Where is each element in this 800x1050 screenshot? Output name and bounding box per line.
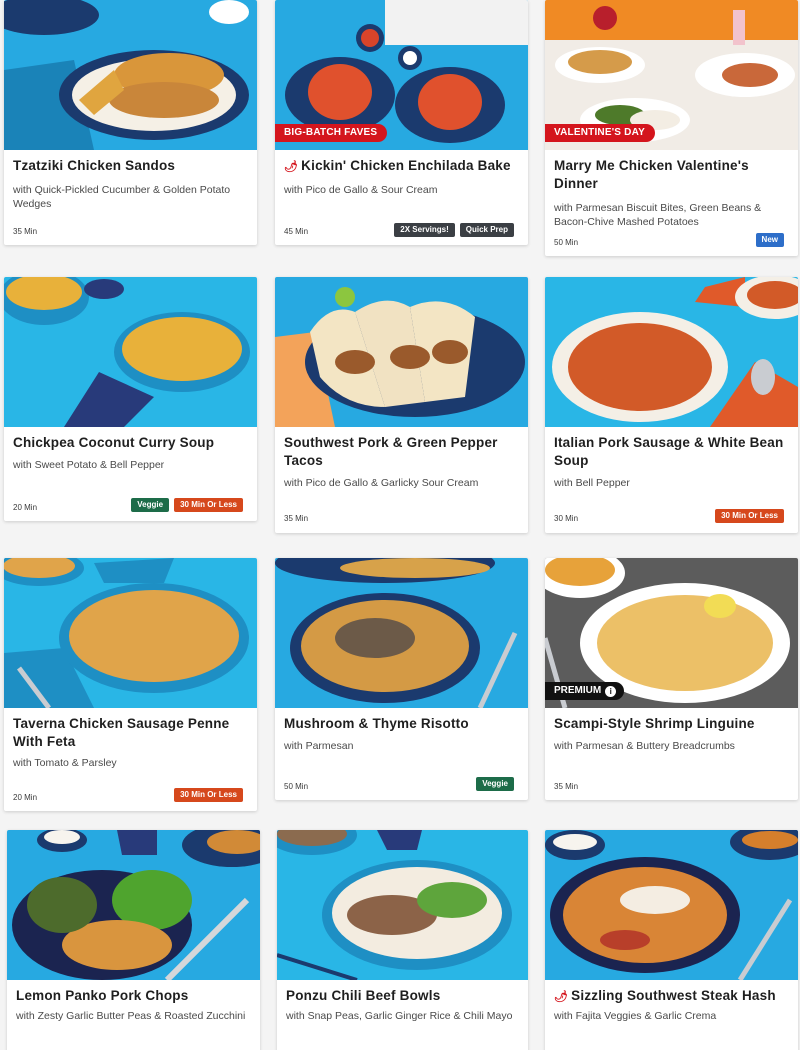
tag-veggie: Veggie [131,498,170,512]
info-icon[interactable]: i [605,685,617,697]
recipe-photo: PREMIUM i [545,558,798,708]
tag-30-min: 30 Min Or Less [174,788,243,802]
recipe-photo [275,558,528,708]
recipe-subtitle: with Quick-Pickled Cucumber & Golden Pot… [13,184,231,210]
recipe-title[interactable]: Mushroom & Thyme Risotto [284,715,519,733]
cook-time: 45 Min [284,227,309,236]
recipe-card[interactable]: Mushroom & Thyme Risotto with Parmesan 5… [275,558,528,800]
tag-quick-prep: Quick Prep [459,223,514,237]
recipe-card[interactable]: BIG-BATCH FAVES 🌶 Kickin' Chicken Enchila… [275,0,528,245]
chili-pepper-icon: 🌶 [284,161,299,173]
recipe-subtitle: with Parmesan & Buttery Breadcrumbs [554,740,735,752]
tag-list: Veggie 30 Min Or Less [131,498,243,512]
recipe-subtitle: with Snap Peas, Garlic Ginger Rice & Chi… [286,1010,513,1022]
premium-label: PREMIUM [554,685,602,696]
recipe-card[interactable]: Italian Pork Sausage & White Bean Soup w… [545,277,798,533]
tag-list: New [755,233,784,247]
recipe-title[interactable]: Southwest Pork & Green Pepper Tacos [284,434,519,470]
recipe-card[interactable]: Lemon Panko Pork Chops with Zesty Garlic… [7,830,260,1050]
recipe-card[interactable]: 🌶 Sizzling Southwest Steak Hash with Faji… [545,830,798,1050]
recipe-title[interactable]: Scampi-Style Shrimp Linguine [554,715,789,733]
recipe-photo: VALENTINE'S DAY [545,0,798,150]
cook-time: 35 Min [13,227,38,236]
tag-30-min: 30 Min Or Less [174,498,243,512]
recipe-card[interactable]: VALENTINE'S DAY Marry Me Chicken Valenti… [545,0,798,256]
recipe-card[interactable]: Taverna Chicken Sausage Penne With Feta … [4,558,257,811]
recipe-subtitle: with Fajita Veggies & Garlic Crema [554,1010,717,1022]
tag-veggie: Veggie [476,777,514,791]
recipe-photo [4,277,257,427]
cook-time: 50 Min [554,238,579,247]
cook-time: 35 Min [554,782,579,791]
recipe-photo [4,558,257,708]
recipe-photo [545,830,798,980]
recipe-subtitle: with Sweet Potato & Bell Pepper [13,459,165,471]
recipe-card[interactable]: PREMIUM i Scampi-Style Shrimp Linguine w… [545,558,798,800]
recipe-subtitle: with Parmesan Biscuit Bites, Green Beans… [554,202,762,228]
cook-time: 20 Min [13,793,38,802]
recipe-photo [277,830,528,980]
recipe-title-text: Kickin' Chicken Enchilada Bake [301,158,511,173]
recipe-photo [7,830,260,980]
recipe-title[interactable]: Chickpea Coconut Curry Soup [13,434,248,452]
recipe-title-text: Sizzling Southwest Steak Hash [571,988,776,1003]
recipe-photo [275,277,528,427]
recipe-photo: BIG-BATCH FAVES [275,0,528,150]
recipe-subtitle: with Parmesan [284,740,354,752]
premium-badge[interactable]: PREMIUM i [545,682,625,700]
recipe-subtitle: with Tomato & Parsley [13,757,117,769]
cook-time: 50 Min [284,782,309,791]
recipe-card[interactable]: Ponzu Chili Beef Bowls with Snap Peas, G… [277,830,528,1050]
chili-pepper-icon: 🌶 [554,991,569,1003]
recipe-title[interactable]: 🌶 Kickin' Chicken Enchilada Bake [284,157,519,176]
recipe-subtitle: with Pico de Gallo & Garlicky Sour Cream [284,477,479,489]
recipe-card[interactable]: Southwest Pork & Green Pepper Tacos with… [275,277,528,533]
recipe-title[interactable]: Ponzu Chili Beef Bowls [286,987,519,1005]
cook-time: 35 Min [284,514,309,523]
recipe-subtitle: with Zesty Garlic Butter Peas & Roasted … [16,1010,246,1022]
tag-servings: 2X Servings! [394,223,455,237]
tag-new: New [755,233,784,247]
cook-time: 20 Min [13,503,38,512]
recipe-title[interactable]: Tzatziki Chicken Sandos [13,157,248,175]
recipe-title[interactable]: Marry Me Chicken Valentine's Dinner [554,157,789,193]
recipe-photo [4,0,257,150]
recipe-subtitle: with Bell Pepper [554,477,630,489]
recipe-card[interactable]: Chickpea Coconut Curry Soup with Sweet P… [4,277,257,521]
promo-ribbon: BIG-BATCH FAVES [275,124,388,142]
recipe-card[interactable]: Tzatziki Chicken Sandos with Quick-Pickl… [4,0,257,245]
recipe-title[interactable]: 🌶 Sizzling Southwest Steak Hash [554,987,789,1006]
recipe-title[interactable]: Taverna Chicken Sausage Penne With Feta [13,715,248,751]
promo-ribbon: VALENTINE'S DAY [545,124,655,142]
tag-list: 30 Min Or Less [715,509,784,523]
cook-time: 30 Min [554,514,579,523]
recipe-subtitle: with Pico de Gallo & Sour Cream [284,184,438,196]
recipe-title[interactable]: Italian Pork Sausage & White Bean Soup [554,434,789,470]
recipe-grid: Tzatziki Chicken Sandos with Quick-Pickl… [0,0,800,1050]
tag-list: 30 Min Or Less [174,788,243,802]
tag-30-min: 30 Min Or Less [715,509,784,523]
tag-list: 2X Servings! Quick Prep [394,223,514,237]
recipe-title[interactable]: Lemon Panko Pork Chops [16,987,251,1005]
tag-list: Veggie [476,777,514,791]
recipe-photo [545,277,798,427]
